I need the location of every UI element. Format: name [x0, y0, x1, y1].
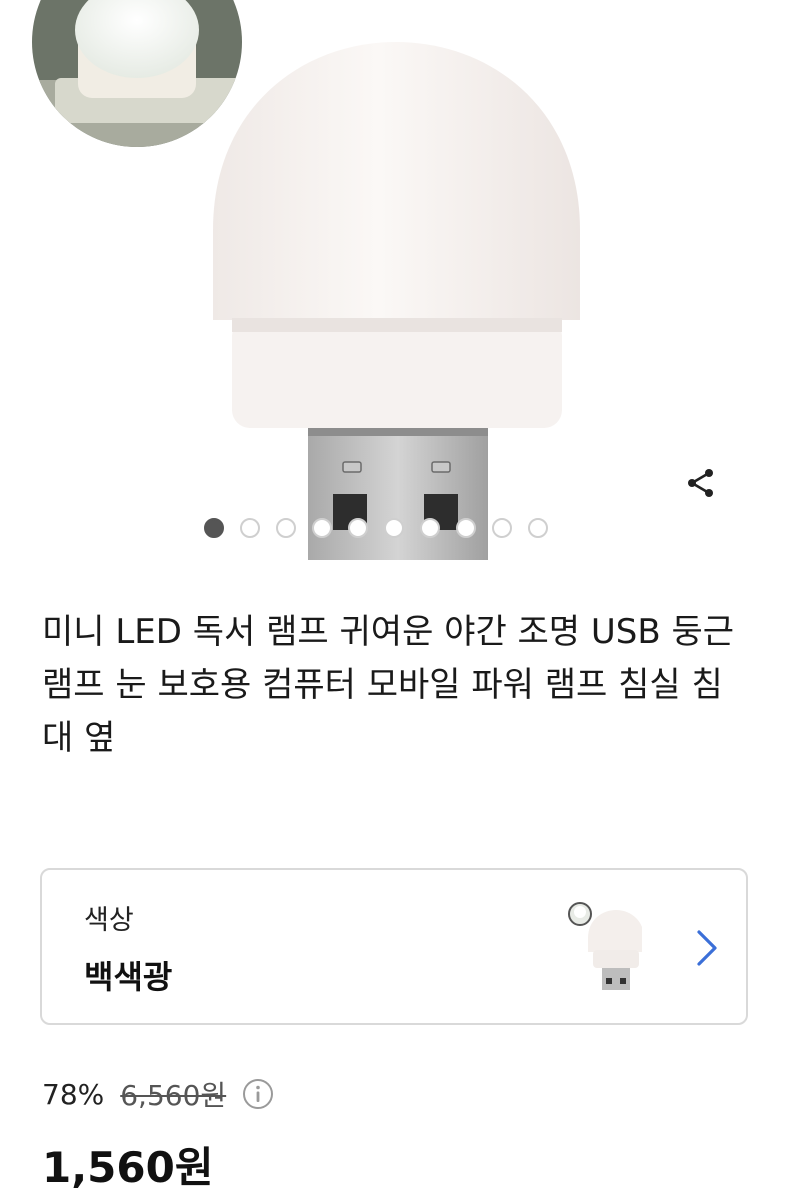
- option-thumbnail: [568, 902, 642, 990]
- carousel-dot[interactable]: [456, 518, 476, 538]
- chevron-right-icon: [697, 930, 717, 966]
- option-label: 색상: [84, 905, 134, 936]
- carousel-dot[interactable]: [204, 518, 224, 538]
- carousel-dot[interactable]: [384, 518, 404, 538]
- carousel-dot[interactable]: [312, 518, 332, 538]
- carousel-indicator: [204, 516, 548, 540]
- price-discount-row: 78% 6,560원: [42, 1074, 274, 1114]
- original-price: 6,560원: [120, 1079, 227, 1112]
- carousel-dot[interactable]: [276, 518, 296, 538]
- product-title: 미니 LED 독서 램프 귀여운 야간 조명 USB 둥근 램프 눈 보호용 컴…: [42, 612, 735, 758]
- share-icon: [688, 469, 713, 497]
- carousel-dot[interactable]: [528, 518, 548, 538]
- final-price: 1,560원: [42, 1143, 214, 1192]
- discount-rate: 78%: [42, 1077, 105, 1111]
- share-button[interactable]: [684, 466, 730, 512]
- carousel-dot[interactable]: [348, 518, 368, 538]
- carousel-dot[interactable]: [492, 518, 512, 538]
- carousel-dot[interactable]: [420, 518, 440, 538]
- carousel-dot[interactable]: [240, 518, 260, 538]
- product-image-gallery[interactable]: [0, 0, 789, 560]
- option-value: 백색광: [84, 958, 173, 996]
- color-option-selector[interactable]: 색상 백색광: [40, 868, 748, 1025]
- info-icon[interactable]: [242, 1078, 274, 1110]
- product-main-image: [32, 0, 580, 560]
